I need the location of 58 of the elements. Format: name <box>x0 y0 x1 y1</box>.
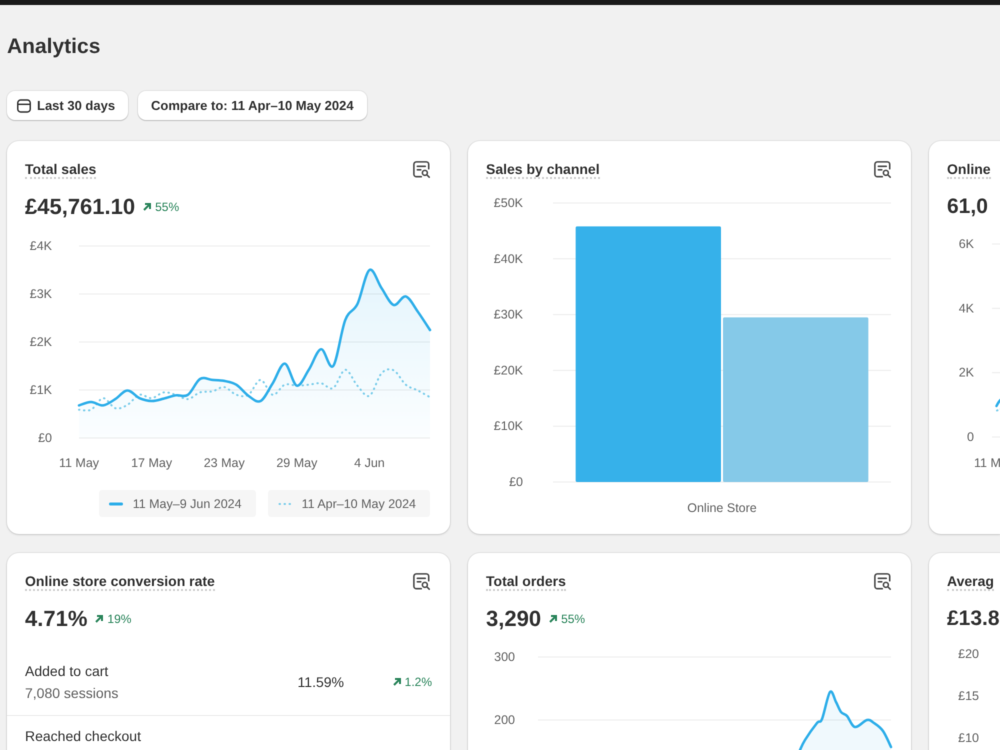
y-axis-label: £40K <box>494 252 523 266</box>
y-axis-label: 2K <box>958 366 974 380</box>
y-axis-label: 6K <box>958 237 974 251</box>
compare-date-button[interactable]: Compare to: 11 Apr–10 May 2024 <box>138 91 367 120</box>
y-axis-label: £50K <box>494 196 523 210</box>
y-axis-label: 300 <box>494 650 515 664</box>
report-search-icon[interactable] <box>413 161 430 178</box>
trend-percentage: 1.2% <box>404 674 432 690</box>
x-axis-label: 29 May <box>276 456 318 470</box>
card-title: Online store conversion rate <box>25 573 215 591</box>
metric-value: 3,290 <box>486 605 542 633</box>
y-axis-label: £20 <box>958 647 979 661</box>
y-axis-label: £15 <box>958 689 979 703</box>
x-axis-label: 17 May <box>131 456 172 470</box>
x-axis-label: 11 May <box>58 456 100 470</box>
page-title: Analytics <box>7 34 100 60</box>
y-axis-label: £4K <box>30 239 52 253</box>
trend-percentage: 19% <box>107 611 132 627</box>
x-axis-label: Online Store <box>687 501 757 515</box>
conversion-rate: 11.59% <box>298 673 344 692</box>
y-axis-label: £2K <box>30 335 52 349</box>
y-axis-label: £0 <box>509 475 523 489</box>
card-title: Averag <box>947 573 994 591</box>
funnel-step-label: Reached checkout <box>25 727 141 746</box>
card-title: Total orders <box>486 573 566 591</box>
legend-item[interactable]: 11 Apr–10 May 2024 <box>268 490 430 517</box>
solid-line-icon <box>108 502 123 506</box>
legend-item[interactable]: 11 May–9 Jun 2024 <box>98 490 256 517</box>
card-title: Total sales <box>25 161 96 179</box>
x-axis-label: 4 Jun <box>354 456 385 470</box>
metric-value: 61,0 <box>947 194 988 220</box>
trend-percentage: 55% <box>155 199 180 215</box>
trend-percentage: 55% <box>561 611 586 627</box>
report-search-icon[interactable] <box>874 573 891 590</box>
report-search-icon[interactable] <box>874 161 891 178</box>
y-axis-label: £20K <box>494 363 523 378</box>
x-axis-label: 11 M <box>974 456 1000 470</box>
metric-value: £13.8 <box>947 606 1000 632</box>
y-axis-label: £10K <box>494 419 523 434</box>
metric-value: 4.71% <box>25 605 88 633</box>
y-axis-label: £1K <box>30 383 52 397</box>
y-axis-label: £3K <box>30 287 52 301</box>
y-axis-label: £30K <box>494 308 523 322</box>
report-search-icon[interactable] <box>413 573 430 590</box>
y-axis-label: £0 <box>38 431 52 445</box>
dotted-line-icon <box>278 502 292 506</box>
calendar-icon <box>17 98 31 112</box>
card-title: Online <box>947 161 991 179</box>
y-axis-label: £10 <box>958 731 979 745</box>
session-count: 7,080 sessions <box>25 684 118 703</box>
date-range-button[interactable]: Last 30 days <box>7 91 128 120</box>
y-axis-label: 0 <box>967 430 974 444</box>
funnel-step-label: Added to cart <box>25 662 108 681</box>
y-axis-label: 200 <box>494 713 515 727</box>
x-axis-label: 23 May <box>204 456 245 470</box>
card-title: Sales by channel <box>486 161 600 179</box>
y-axis-label: 4K <box>958 301 974 316</box>
metric-value: £45,761.10 <box>25 193 136 221</box>
